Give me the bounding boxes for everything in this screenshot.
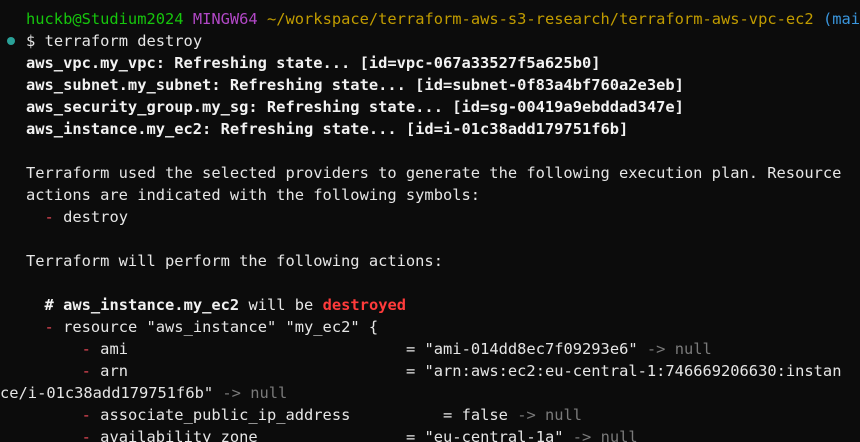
attr-null-arrow: -> null <box>646 340 712 358</box>
attr-dash: - <box>81 428 91 442</box>
resource-decl-dash: - <box>44 318 54 336</box>
attr-null-arrow: -> null <box>572 428 638 442</box>
refresh-line-vpc: aws_vpc.my_vpc: Refreshing state... [id=… <box>26 54 601 72</box>
perform-line: Terraform will perform the following act… <box>26 252 443 270</box>
prompt-user-host: huckb@Studium2024 <box>26 10 184 28</box>
refresh-line-ec2: aws_instance.my_ec2: Refreshing state...… <box>26 120 629 138</box>
attribute-row-arn: - arn = "arn:aws:ec2:eu-central-1:746669… <box>0 360 860 382</box>
resource-header: # aws_instance.my_ec2 will be destroyed <box>0 294 860 316</box>
attribute-row-availability-zone: - availability_zone = "eu-central-1a" ->… <box>0 426 860 442</box>
prompt-line: huckb@Studium2024 MINGW64 ~/workspace/te… <box>0 8 860 30</box>
resource-hash: # <box>44 296 54 314</box>
attr-name: associate_public_ip_address <box>100 406 351 424</box>
attribute-row-ami: - ami = "ami-014dd8ec7f09293e6" -> null <box>0 338 860 360</box>
attr-null-arrow: -> null <box>517 406 583 424</box>
resource-decl-text: resource "aws_instance" "my_ec2" { <box>63 318 379 336</box>
attr-value: = "ami-014dd8ec7f09293e6" <box>405 340 638 358</box>
resource-action: destroyed <box>322 296 407 314</box>
prompt-shell: MINGW64 <box>192 10 258 28</box>
attribute-row-associate-public-ip: - associate_public_ip_address = false ->… <box>0 404 860 426</box>
refresh-line-sg: aws_security_group.my_sg: Refreshing sta… <box>26 98 684 116</box>
command-text: terraform destroy <box>44 32 203 50</box>
attr-value: = "eu-central-1a" <box>405 428 564 442</box>
plan-intro-line-2: actions are indicated with the following… <box>26 186 481 204</box>
attr-null-arrow: -> null <box>222 384 288 402</box>
resource-will-be: will be <box>248 296 314 314</box>
attr-dash: - <box>81 406 91 424</box>
plan-symbol-line: - destroy <box>0 206 860 228</box>
attr-dash: - <box>81 340 91 358</box>
attr-value: = false <box>443 406 508 424</box>
destroy-symbol: - <box>44 208 54 226</box>
attr-name: arn <box>100 362 128 380</box>
refresh-line-subnet: aws_subnet.my_subnet: Refreshing state..… <box>26 76 684 94</box>
command-line: $ terraform destroy <box>0 30 860 52</box>
command-marker-icon <box>7 37 15 45</box>
attr-value: = "arn:aws:ec2:eu-central-1:746669206630… <box>405 362 842 380</box>
prompt-path: ~/workspace/terraform-aws-s3-research/te… <box>266 10 814 28</box>
resource-decl: - resource "aws_instance" "my_ec2" { <box>0 316 860 338</box>
resource-address: aws_instance.my_ec2 <box>63 296 240 314</box>
attr-name: availability_zone <box>100 428 258 442</box>
attr-value-continuation: ce/i-01c38add179751f6b" <box>0 384 214 402</box>
attr-name: ami <box>100 340 128 358</box>
prompt-symbol: $ <box>26 32 36 50</box>
terminal-window[interactable]: huckb@Studium2024 MINGW64 ~/workspace/te… <box>0 0 860 442</box>
destroy-symbol-label: destroy <box>63 208 128 226</box>
plan-intro-line-1: Terraform used the selected providers to… <box>26 164 842 182</box>
attr-dash: - <box>81 362 91 380</box>
attribute-row-arn-continuation: ce/i-01c38add179751f6b" -> null <box>0 382 860 404</box>
prompt-branch: (main) <box>822 10 860 28</box>
